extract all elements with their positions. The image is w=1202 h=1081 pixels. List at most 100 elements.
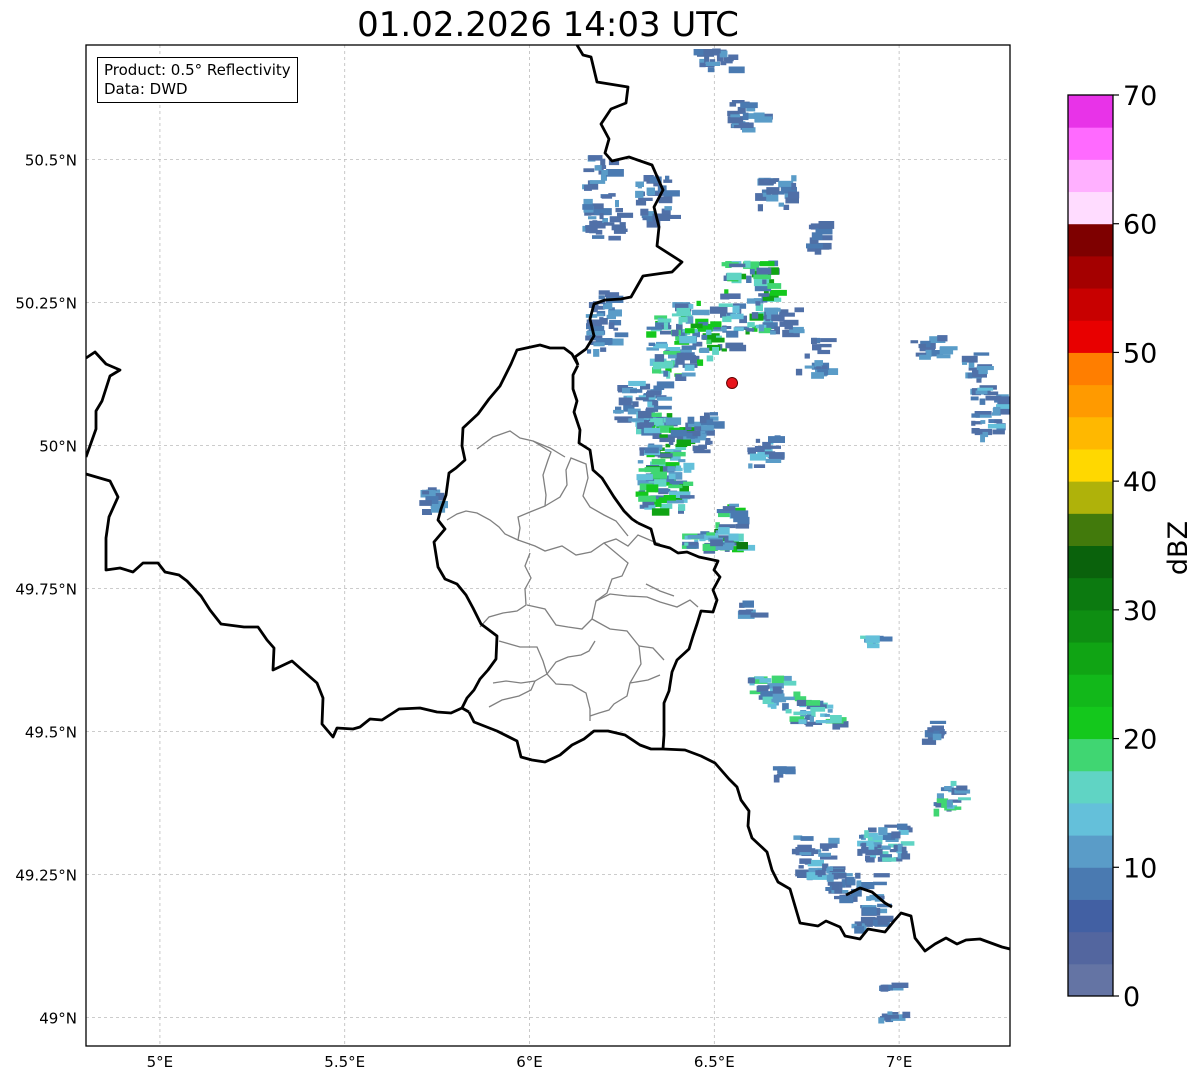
echo-cell — [635, 199, 647, 206]
echo-cell — [704, 55, 710, 63]
echo-cell — [804, 353, 810, 359]
echo-cell — [747, 677, 756, 684]
echo-cell — [637, 460, 644, 464]
echo-cell — [643, 427, 661, 434]
echo-cell — [811, 337, 817, 345]
echo-cell — [657, 318, 672, 323]
echo-cell — [601, 170, 608, 176]
echo-cell — [675, 447, 687, 450]
echo-cell — [692, 430, 701, 437]
echo-cell — [684, 542, 689, 546]
echo-cell — [753, 279, 770, 287]
echo-cell — [824, 713, 830, 717]
echo-cell — [751, 312, 759, 319]
echo-cell — [761, 189, 767, 194]
echo-cell — [783, 204, 790, 210]
echo-cell — [901, 853, 911, 860]
echo-cell — [980, 420, 986, 424]
echo-cell — [747, 447, 765, 452]
echo-cell — [646, 326, 663, 330]
echo-cell — [615, 200, 619, 208]
echo-cell — [684, 364, 695, 371]
echo-cell — [978, 368, 988, 375]
echo-cell — [740, 102, 758, 109]
echo-cell — [588, 155, 603, 161]
echo-cell — [837, 872, 847, 879]
colorbar-tick-label: 50 — [1123, 338, 1157, 369]
echo-cell — [784, 325, 793, 330]
echo-cell — [683, 481, 694, 486]
echo-cell — [608, 235, 621, 241]
echo-cell — [722, 316, 732, 323]
echo-cell — [876, 915, 894, 922]
echo-cell — [705, 61, 720, 66]
echo-cell — [723, 57, 734, 62]
echo-cell — [653, 343, 668, 349]
echo-cell — [728, 533, 739, 541]
echo-cell — [758, 324, 764, 332]
colorbar-segment — [1068, 513, 1113, 546]
echo-cell — [757, 685, 770, 690]
echo-cell — [684, 328, 695, 334]
colorbar-segment — [1068, 95, 1113, 128]
colorbar-segment — [1068, 899, 1113, 933]
echo-cell — [718, 303, 733, 307]
latitude-axis: 49°N 49.25°N 49.5°N 49.75°N 50°N 50.25°N 50.5°… — [15, 151, 77, 1027]
colorbar-segment — [1068, 255, 1113, 289]
echo-cell — [862, 907, 877, 915]
echo-cell — [681, 372, 696, 377]
lat-tick-label: 50°N — [39, 437, 77, 455]
colorbar-segment — [1068, 481, 1113, 514]
echo-cell — [799, 711, 812, 715]
lon-tick-label: 7°E — [886, 1053, 913, 1071]
echo-cell — [762, 296, 774, 301]
echo-cell — [956, 785, 968, 791]
info-box: Product: 0.5° Reflectivity Data: DWD — [97, 57, 298, 103]
echo-cell — [726, 272, 742, 281]
echo-cell — [856, 880, 862, 887]
echo-cell — [639, 449, 645, 456]
echo-cell — [644, 447, 659, 454]
colorbar-segment — [1068, 448, 1113, 482]
echo-cell — [646, 331, 657, 338]
echo-cell — [667, 466, 676, 472]
echo-cell — [676, 439, 691, 446]
echo-cell — [593, 349, 600, 357]
colorbar-segment — [1068, 674, 1113, 707]
echo-cell — [749, 453, 767, 461]
echo-cell — [747, 322, 755, 328]
echo-cell — [736, 542, 748, 550]
echo-cell — [918, 343, 926, 349]
echo-cell — [873, 881, 887, 886]
lat-tick-label: 49°N — [39, 1009, 77, 1027]
echo-cell — [753, 274, 772, 280]
lon-tick-label: 5°E — [147, 1053, 174, 1071]
echo-cell — [668, 441, 674, 445]
echo-cell — [600, 347, 607, 352]
echo-cell — [982, 431, 989, 438]
echo-cell — [730, 313, 744, 320]
echo-cell — [808, 224, 815, 230]
echo-cell — [646, 187, 655, 196]
echo-cell — [637, 410, 653, 419]
colorbar-ticks: 0 10 20 30 40 50 60 70 — [1113, 81, 1157, 1013]
echo-cell — [815, 870, 826, 876]
echo-cell — [706, 339, 712, 345]
echo-cell — [638, 468, 647, 472]
echo-cell — [855, 872, 861, 879]
echo-cell — [967, 372, 973, 379]
echo-cell — [693, 49, 704, 56]
echo-cell — [696, 300, 701, 306]
echo-cell — [759, 261, 775, 267]
echo-cell — [936, 793, 944, 799]
echo-cell — [778, 202, 784, 207]
echo-cell — [730, 510, 749, 519]
echo-cell — [728, 66, 745, 74]
echo-cell — [783, 680, 797, 686]
echo-cell — [584, 184, 592, 191]
echo-cell — [818, 221, 835, 229]
echo-cell — [785, 709, 792, 714]
echo-cell — [676, 307, 691, 316]
echo-cell — [865, 857, 875, 863]
echo-cell — [635, 181, 644, 187]
